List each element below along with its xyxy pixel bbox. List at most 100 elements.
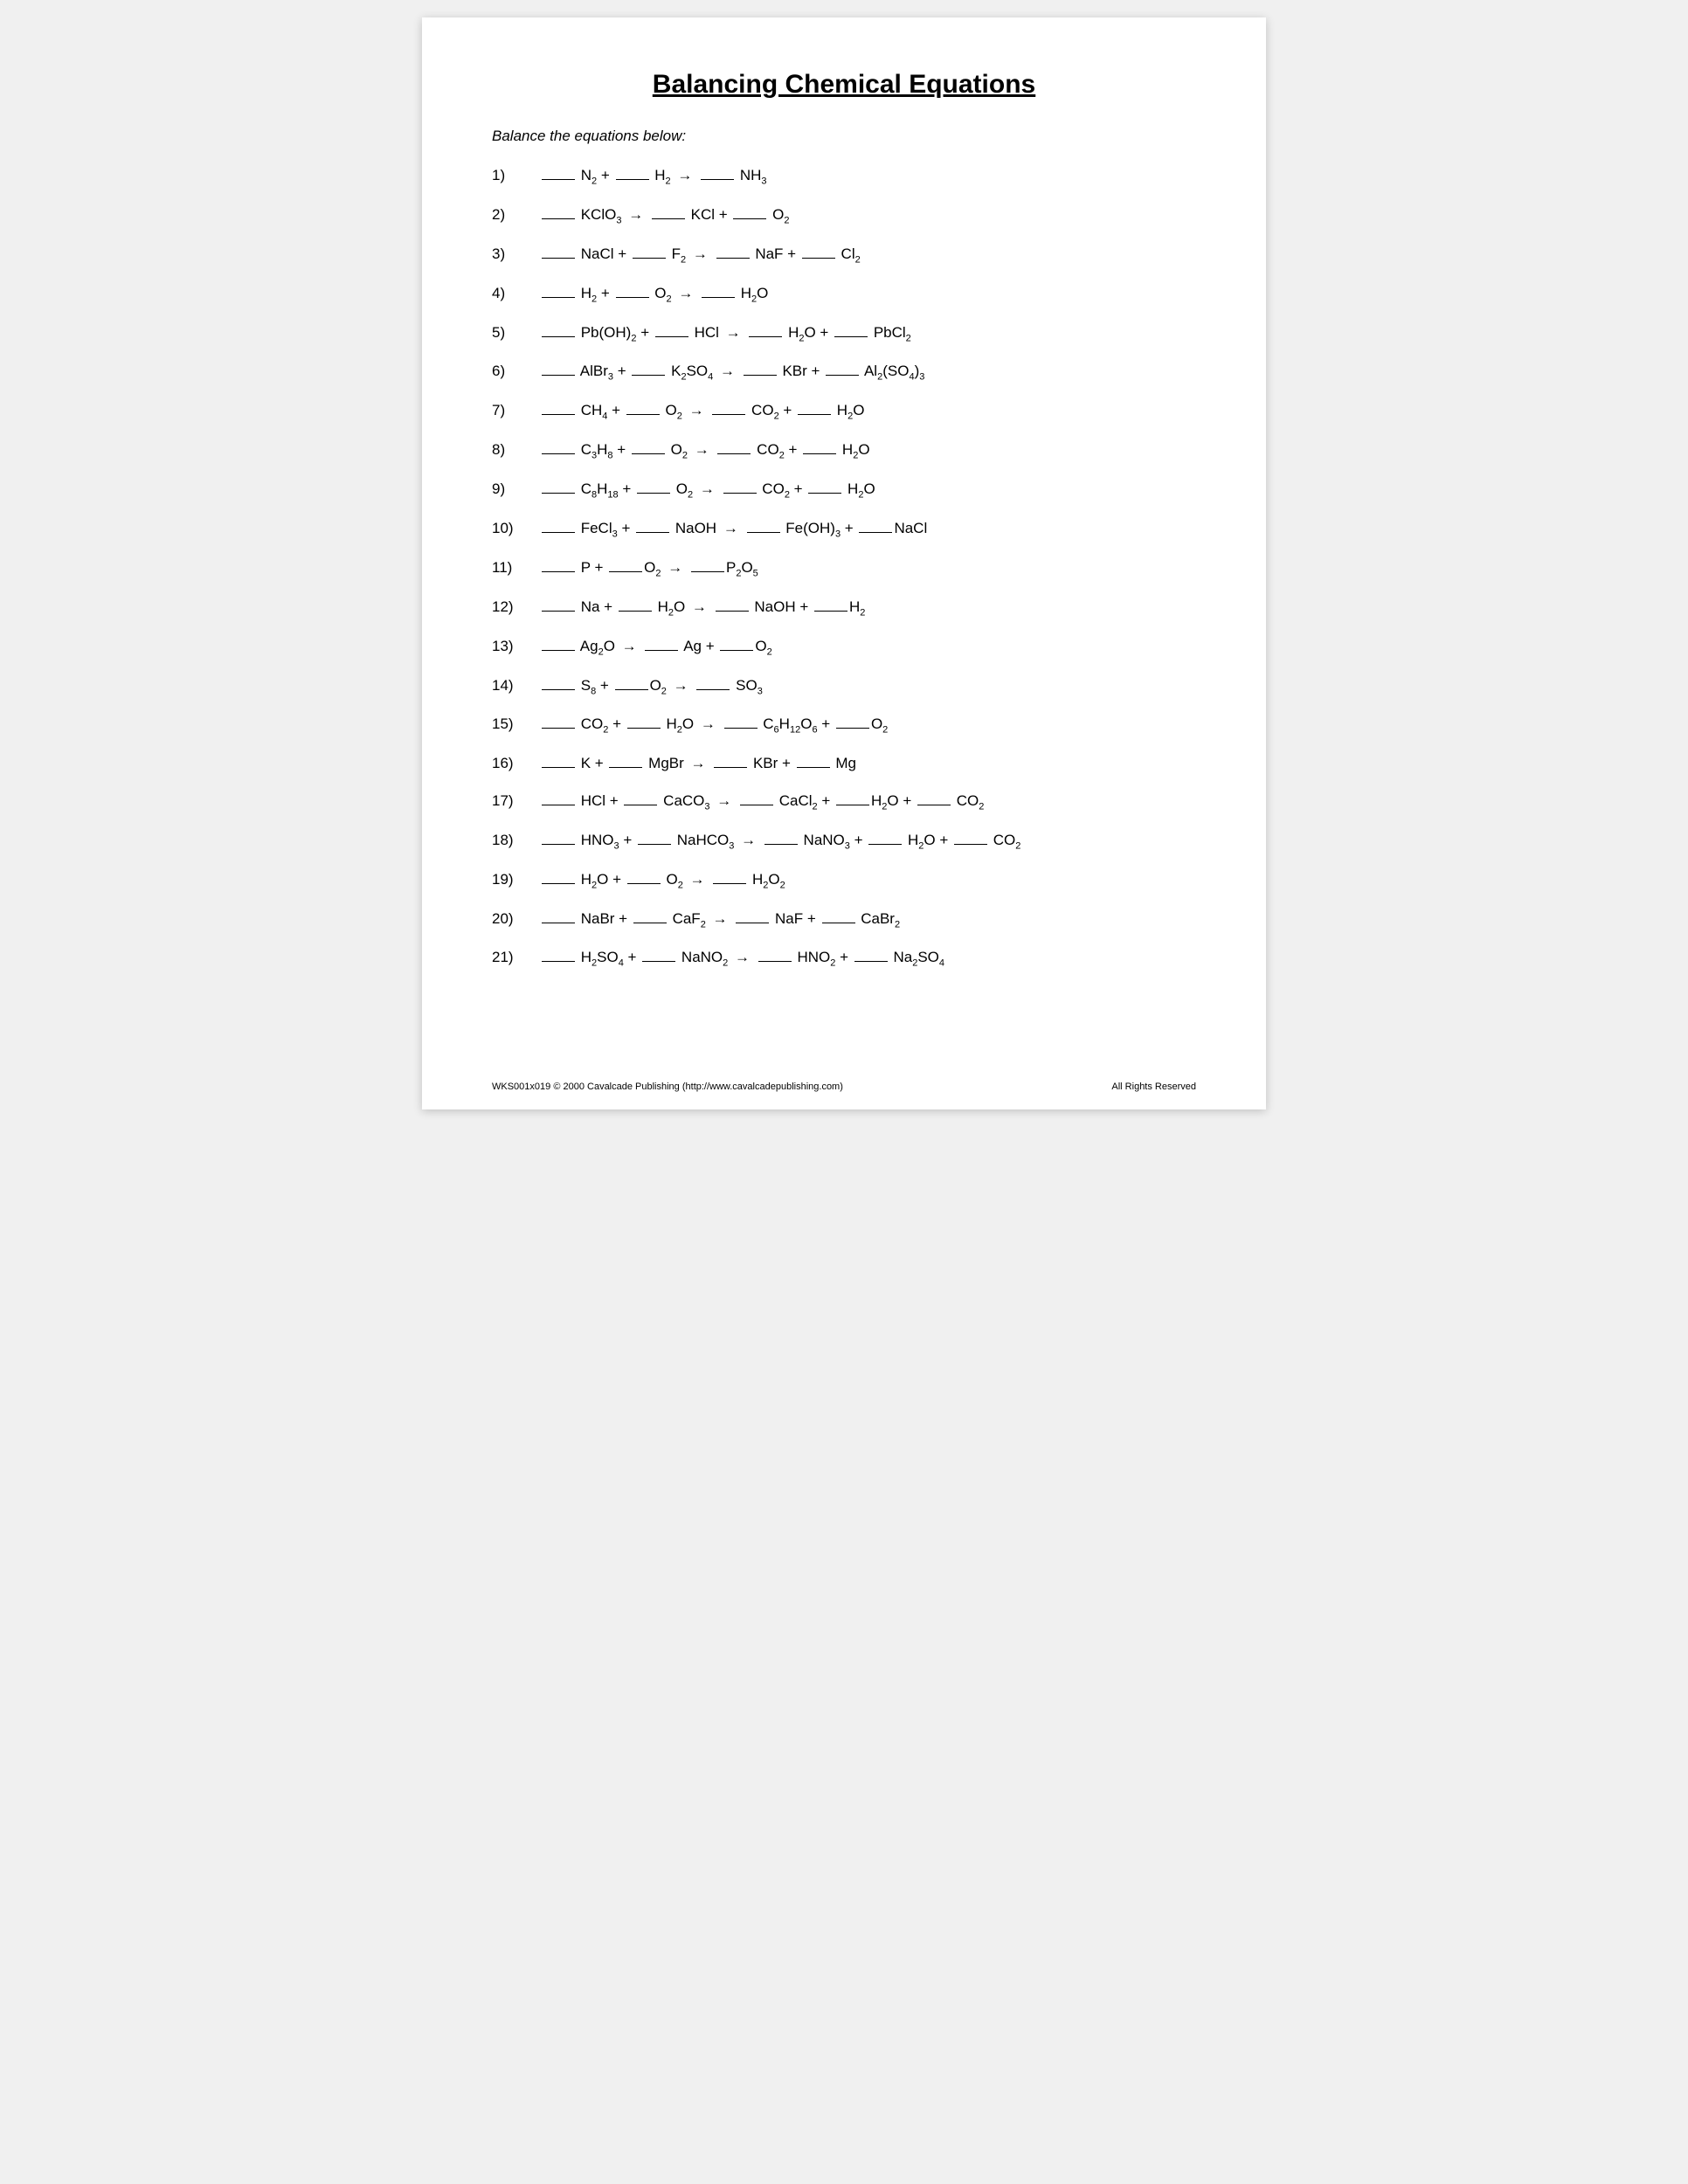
blank <box>542 453 575 454</box>
blank <box>542 414 575 415</box>
equation-19: 19) H2O + O2 → H2O2 <box>492 868 1196 893</box>
eq-content-8: C3H8 + O2 → CO2 + H2O <box>540 439 870 463</box>
blank <box>701 179 734 180</box>
blank <box>542 532 575 533</box>
blank <box>542 728 575 729</box>
equation-3: 3) NaCl + F2 → NaF + Cl2 <box>492 243 1196 267</box>
blank <box>542 258 575 259</box>
eq-content-20: NaBr + CaF2 → NaF + CaBr2 <box>540 908 900 932</box>
eq-number-17: 17) <box>492 792 540 810</box>
blank <box>749 336 782 337</box>
equation-21: 21) H2SO4 + NaNO2 → HNO2 + Na2SO4 <box>492 946 1196 971</box>
blank <box>542 218 575 219</box>
eq-number-2: 2) <box>492 206 540 224</box>
equation-11: 11) P + O2 → P2O5 <box>492 556 1196 581</box>
eq-number-12: 12) <box>492 598 540 616</box>
equation-4: 4) H2 + O2 → H2O <box>492 282 1196 307</box>
footer-left: WKS001x019 © 2000 Cavalcade Publishing (… <box>492 1082 843 1092</box>
blank <box>798 414 831 415</box>
blank <box>542 493 575 494</box>
eq-content-4: H2 + O2 → H2O <box>540 282 768 307</box>
blank <box>744 375 777 376</box>
blank <box>702 297 735 298</box>
blank <box>609 767 642 768</box>
equation-17: 17) HCl + CaCO3 → CaCl2 + H2O + CO2 <box>492 790 1196 814</box>
eq-content-6: AlBr3 + K2SO4 → KBr + Al2(SO4)3 <box>540 360 924 384</box>
eq-number-18: 18) <box>492 832 540 849</box>
equation-10: 10) FeCl3 + NaOH → Fe(OH)3 + NaCl <box>492 517 1196 542</box>
blank <box>632 453 665 454</box>
eq-content-18: HNO3 + NaHCO3 → NaNO3 + H2O + CO2 <box>540 829 1020 854</box>
blank <box>954 844 987 845</box>
blank <box>542 961 575 962</box>
blank <box>638 844 671 845</box>
eq-content-1: N2 + H2 → NH3 <box>540 164 767 189</box>
blank <box>802 258 835 259</box>
footer: WKS001x019 © 2000 Cavalcade Publishing (… <box>492 1082 1196 1092</box>
blank <box>834 336 868 337</box>
blank <box>542 571 575 572</box>
blank <box>803 453 836 454</box>
footer-right: All Rights Reserved <box>1111 1082 1196 1092</box>
eq-number-11: 11) <box>492 559 540 577</box>
blank <box>696 689 730 690</box>
equation-2: 2) KClO3 → KCl + O2 <box>492 204 1196 228</box>
worksheet-page: Balancing Chemical Equations Balance the… <box>422 17 1266 1109</box>
blank <box>764 844 798 845</box>
eq-content-11: P + O2 → P2O5 <box>540 556 758 581</box>
eq-number-13: 13) <box>492 638 540 655</box>
equations-list: 1) N2 + H2 → NH3 2) KClO3 → KCl + O2 3) … <box>492 164 1196 971</box>
eq-number-4: 4) <box>492 285 540 302</box>
eq-number-16: 16) <box>492 755 540 772</box>
blank <box>859 532 892 533</box>
blank <box>626 414 660 415</box>
equation-12: 12) Na + H2O → NaOH + H2 <box>492 596 1196 620</box>
equation-1: 1) N2 + H2 → NH3 <box>492 164 1196 189</box>
blank <box>542 844 575 845</box>
equation-14: 14) S8 + O2 → SO3 <box>492 674 1196 699</box>
eq-number-5: 5) <box>492 324 540 342</box>
eq-number-19: 19) <box>492 871 540 888</box>
subtitle: Balance the equations below: <box>492 128 1196 145</box>
blank <box>542 767 575 768</box>
eq-number-10: 10) <box>492 520 540 537</box>
blank <box>868 844 902 845</box>
equation-8: 8) C3H8 + O2 → CO2 + H2O <box>492 439 1196 463</box>
equation-7: 7) CH4 + O2 → CO2 + H2O <box>492 399 1196 424</box>
blank <box>542 650 575 651</box>
blank <box>691 571 724 572</box>
eq-number-9: 9) <box>492 480 540 498</box>
blank <box>632 375 665 376</box>
blank <box>714 767 747 768</box>
blank <box>542 611 575 612</box>
blank <box>724 728 758 729</box>
eq-number-20: 20) <box>492 910 540 928</box>
eq-content-10: FeCl3 + NaOH → Fe(OH)3 + NaCl <box>540 517 927 542</box>
eq-number-8: 8) <box>492 441 540 459</box>
blank <box>716 611 749 612</box>
eq-content-16: K + MgBr → KBr + Mg <box>540 752 856 775</box>
blank <box>615 689 648 690</box>
blank <box>542 375 575 376</box>
blank <box>836 728 869 729</box>
blank <box>716 258 750 259</box>
eq-content-21: H2SO4 + NaNO2 → HNO2 + Na2SO4 <box>540 946 944 971</box>
blank <box>542 179 575 180</box>
blank <box>814 611 847 612</box>
eq-number-7: 7) <box>492 402 540 419</box>
blank <box>854 961 888 962</box>
eq-number-6: 6) <box>492 363 540 380</box>
eq-number-3: 3) <box>492 245 540 263</box>
blank <box>717 453 751 454</box>
eq-number-21: 21) <box>492 949 540 966</box>
eq-content-17: HCl + CaCO3 → CaCl2 + H2O + CO2 <box>540 790 984 814</box>
page-title: Balancing Chemical Equations <box>492 70 1196 100</box>
equation-20: 20) NaBr + CaF2 → NaF + CaBr2 <box>492 908 1196 932</box>
blank <box>808 493 841 494</box>
eq-content-7: CH4 + O2 → CO2 + H2O <box>540 399 864 424</box>
eq-content-2: KClO3 → KCl + O2 <box>540 204 790 228</box>
blank <box>542 336 575 337</box>
blank <box>712 414 745 415</box>
equation-15: 15) CO2 + H2O → C6H12O6 + O2 <box>492 713 1196 737</box>
blank <box>797 767 830 768</box>
